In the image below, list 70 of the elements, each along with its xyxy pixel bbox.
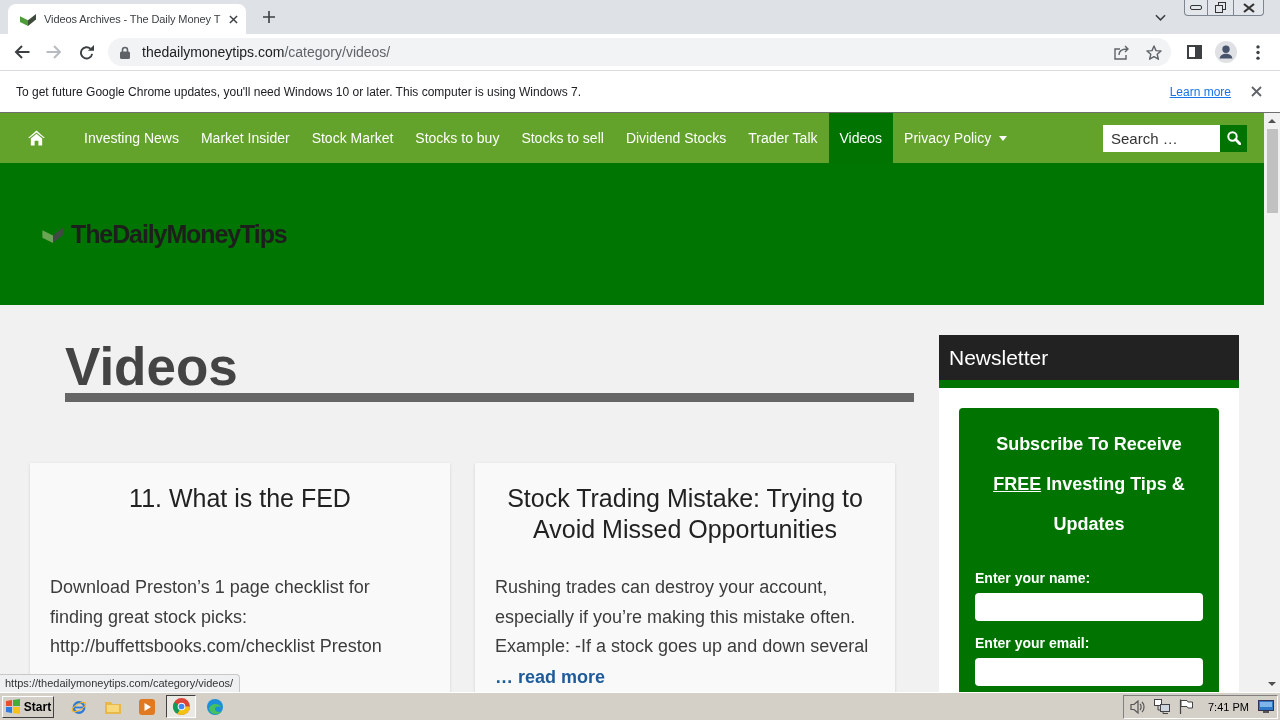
clock-time[interactable]: 7:41 PM [1208,700,1249,713]
widget-title: Newsletter [939,335,1239,388]
nav-link[interactable]: Stocks to sell [510,113,615,163]
field-label: Enter your name: [975,569,1091,588]
network-icon[interactable] [1154,699,1170,714]
avatar-icon [1215,41,1237,63]
taskbar-app-button[interactable] [166,695,196,718]
field-label: Enter your email: [975,634,1090,653]
nav-link[interactable]: Videos [828,113,894,163]
page-title: Videos [65,340,238,393]
caret-up-icon [1268,119,1276,123]
start-button[interactable]: Start [2,695,54,718]
learn-more-link[interactable]: Learn more [1169,84,1231,99]
nav-link[interactable]: Investing News [73,113,190,163]
status-url: https://thedailymoneytips.com/category/videos/ [0,674,241,692]
forward-arrow-icon [46,45,62,59]
nav-link[interactable]: Market Insider [189,113,301,163]
scrollbar-thumb[interactable] [1266,129,1278,213]
input-field[interactable] [975,593,1203,621]
window-close-button[interactable] [1234,0,1264,16]
ringed-e-icon [71,698,87,715]
chevron-down-icon [1154,13,1166,21]
search-button[interactable] [1220,124,1247,152]
signup-heading: Subscribe To Receive FREE Investing Tips & Updates [992,433,1186,536]
home-icon [28,130,45,146]
restore-button[interactable] [1208,0,1234,16]
close-icon [1250,86,1262,97]
search-icon [1226,131,1241,145]
speaker-icon[interactable] [1130,699,1145,714]
star-icon [1146,44,1162,60]
minimize-button[interactable] [1184,0,1208,16]
play-tile-icon [139,698,155,715]
nav-link[interactable]: Trader Talk [737,113,829,163]
wave-circle-icon [207,698,223,715]
restore-icon [1215,2,1226,13]
site-logo-icon [20,12,36,26]
caret-down-icon [1268,682,1276,686]
kebab-menu-icon [1256,44,1260,60]
flag-logo-icon [4,699,21,714]
url-text: thedailymoneytips.com/category/videos/ [142,44,391,60]
post-title[interactable]: Stock Trading Mistake: Trying to Avoid Missed Opportunities [495,483,875,545]
desktop-icon[interactable] [1257,700,1274,713]
infobar-message: To get future Google Chrome updates, you'll need Windows 10 or later. This computer is using Windows 7. [16,84,582,99]
reload-icon [78,44,94,60]
chrome-logo-icon [172,698,190,715]
address-bar[interactable]: thedailymoneytips.com/category/videos/ [108,38,1171,66]
post-title[interactable]: 11. What is the FED [50,483,430,545]
close-icon [228,14,238,24]
side-panel-icon [1186,45,1202,59]
input-field[interactable] [975,658,1203,686]
site-logo[interactable]: TheDailyMoneyTips [71,219,287,249]
nav-link[interactable]: Dividend Stocks [614,113,738,163]
nav-link[interactable]: Privacy Policy [893,113,1019,163]
minimize-icon [1190,5,1202,10]
nav-link[interactable]: Stock Market [300,113,405,163]
profile-button[interactable] [1212,38,1240,66]
nav-link[interactable]: Stocks to buy [404,113,511,163]
post-excerpt: Rushing trades can destroy your account, especially if you’re making this mistake often. Example: -If a stock goes up and down several [495,576,870,658]
post-excerpt: Download Preston’s 1 page checklist for finding great stock picks: http://buffettsbooks.com/checklist Preston [50,576,383,658]
browser-tab[interactable]: Videos Archives - The Daily Money T [8,4,246,34]
folder-icon [105,699,121,714]
close-icon [1242,2,1255,13]
lock-icon [120,45,130,59]
site-logo-icon [42,225,64,243]
plus-icon [263,11,275,23]
back-arrow-icon [14,45,30,59]
read-more-link[interactable]: … read more [495,661,606,692]
share-icon [1114,44,1130,60]
flag-icon[interactable] [1179,699,1193,714]
search-field[interactable]: Search … [1103,124,1220,152]
